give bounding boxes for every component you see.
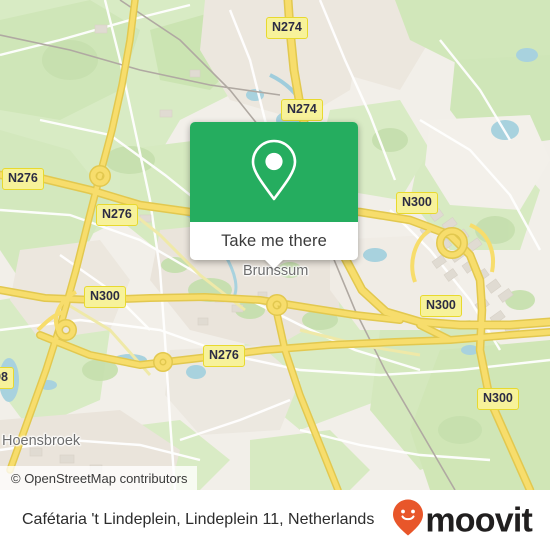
popup-icon-area [190,122,358,222]
moovit-logo[interactable]: moovit [392,499,533,542]
road-shield-98-edge: 98 [0,367,14,389]
take-me-there-label: Take me there [221,231,327,250]
road-shield-n276-center: N276 [96,204,138,226]
road-shield-n300-right-lower: N300 [420,295,462,317]
road-shield-n276-bottom: N276 [203,345,245,367]
road-shield-n300-left: N300 [84,286,126,308]
road-shield-n274-top: N274 [266,17,308,39]
map-viewport[interactable]: Brunssum Hoensbroek N274 N274 N276 N276 … [0,0,550,490]
place-label-hoensbroek: Hoensbroek [2,433,81,449]
footer-bar: Cafétaria 't Lindeplein, Lindeplein 11, … [0,490,550,550]
road-shield-n300-right-upper: N300 [396,192,438,214]
road-shield-n300-bottom-right: N300 [477,388,519,410]
osm-attribution-text: © OpenStreetMap contributors [11,470,188,486]
moovit-wordmark: moovit [425,501,532,539]
destination-popup-card[interactable]: Take me there [190,122,358,269]
road-shield-n274-second: N274 [281,99,323,121]
osm-attribution[interactable]: © OpenStreetMap contributors [0,466,197,490]
footer-place-title: Cafétaria 't Lindeplein, Lindeplein 11, … [22,511,375,528]
map-screenshot-page: Brunssum Hoensbroek N274 N274 N276 N276 … [0,0,550,550]
popup-tail-pointer [264,259,284,269]
moovit-smiley-pin-icon [392,499,424,542]
take-me-there-button[interactable]: Take me there [190,222,358,269]
map-pin-icon [247,137,301,208]
road-shield-n276-left: N276 [2,168,44,190]
